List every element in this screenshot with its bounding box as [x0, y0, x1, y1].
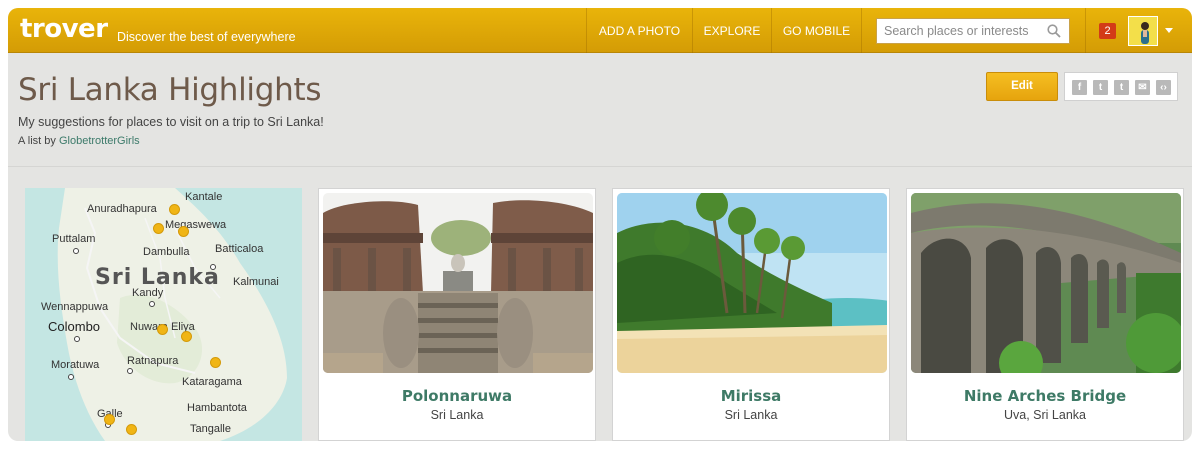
edit-button[interactable]: Edit	[986, 72, 1058, 101]
map-city-dot	[127, 368, 133, 374]
map-pin[interactable]	[210, 357, 221, 368]
page-title: Sri Lanka Highlights	[18, 72, 322, 108]
map-pin[interactable]	[157, 324, 168, 335]
tumblr-icon[interactable]: t	[1114, 80, 1129, 95]
map-city-label: Hambantota	[187, 402, 247, 414]
map-city-label: Megaswewa	[165, 219, 227, 231]
map-city-label: Moratuwa	[51, 359, 100, 371]
map-city-dot	[210, 264, 216, 270]
notification-badge[interactable]: 2	[1099, 23, 1116, 39]
search-box	[876, 18, 1070, 44]
map-city-label: Puttalam	[52, 233, 96, 245]
place-location: Uva, Sri Lanka	[1004, 408, 1086, 422]
list-description: My suggestions for places to visit on a …	[18, 115, 324, 129]
facebook-icon[interactable]: f	[1072, 80, 1087, 95]
trover-logo[interactable]: trover	[20, 14, 108, 44]
map-city-label: Kantale	[185, 191, 223, 203]
byline-prefix: A list by	[18, 135, 56, 147]
map-city-label: Tangalle	[190, 423, 231, 435]
map-pin[interactable]	[153, 223, 164, 234]
header-separator	[1085, 8, 1086, 53]
page-frame: trover Discover the best of everywhere A…	[8, 8, 1192, 441]
place-photo[interactable]	[617, 193, 887, 373]
place-name[interactable]: Nine Arches Bridge	[907, 387, 1183, 405]
map-city-dot	[73, 248, 79, 254]
map-city-label: Kataragama	[182, 376, 242, 388]
place-card[interactable]: Polonnaruwa Sri Lanka	[318, 188, 596, 441]
list-byline: A list by GlobetrotterGirls	[18, 135, 140, 147]
place-location: Sri Lanka	[430, 408, 484, 422]
map-city-label: Anuradhapura	[87, 203, 157, 215]
map-city-label: Kandy	[132, 287, 164, 299]
map-city-dot	[149, 301, 155, 307]
place-location: Sri Lanka	[724, 408, 778, 422]
tagline: Discover the best of everywhere	[117, 30, 296, 44]
embed-icon[interactable]: ‹›	[1156, 80, 1171, 95]
top-navbar: trover Discover the best of everywhere A…	[8, 8, 1192, 53]
twitter-icon[interactable]: t	[1093, 80, 1108, 95]
user-menu-chevron-down-icon[interactable]	[1165, 28, 1173, 33]
map-city-dot	[68, 374, 74, 380]
map-pin[interactable]	[181, 331, 192, 342]
nav-add-a-photo[interactable]: ADD A PHOTO	[586, 8, 692, 53]
place-photo[interactable]	[323, 193, 593, 373]
map-pin[interactable]	[104, 414, 115, 425]
map-city-label: Ratnapura	[127, 355, 179, 367]
section-divider	[8, 166, 1192, 167]
place-card[interactable]: Mirissa Sri Lanka	[612, 188, 890, 441]
place-name[interactable]: Polonnaruwa	[319, 387, 595, 405]
map-city-label: Batticaloa	[215, 243, 264, 255]
share-toolbar: f t t ✉ ‹›	[1064, 72, 1178, 101]
map-city-label: Colombo	[48, 319, 101, 334]
email-icon[interactable]: ✉	[1135, 80, 1150, 95]
place-name[interactable]: Mirissa	[613, 387, 889, 405]
map-city-label: Dambulla	[143, 246, 190, 258]
user-avatar[interactable]	[1128, 16, 1158, 46]
search-icon[interactable]	[1047, 24, 1061, 38]
place-photo[interactable]	[911, 193, 1181, 373]
map-pin[interactable]	[178, 226, 189, 237]
map-city-dot	[74, 336, 80, 342]
search-input[interactable]	[877, 19, 1037, 43]
place-card[interactable]: Nine Arches Bridge Uva, Sri Lanka	[906, 188, 1184, 441]
map-pin[interactable]	[169, 204, 180, 215]
map-city-label: Wennappuwa	[41, 301, 109, 313]
list-map[interactable]: Sri Lanka Kantale Anuradhapura Megaswewa…	[25, 188, 302, 441]
map-pin[interactable]	[126, 424, 137, 435]
author-link[interactable]: GlobetrotterGirls	[59, 135, 140, 147]
map-city-label: Kalmunai	[233, 276, 279, 288]
nav-go-mobile[interactable]: GO MOBILE	[771, 8, 862, 53]
nav-explore[interactable]: EXPLORE	[692, 8, 771, 53]
